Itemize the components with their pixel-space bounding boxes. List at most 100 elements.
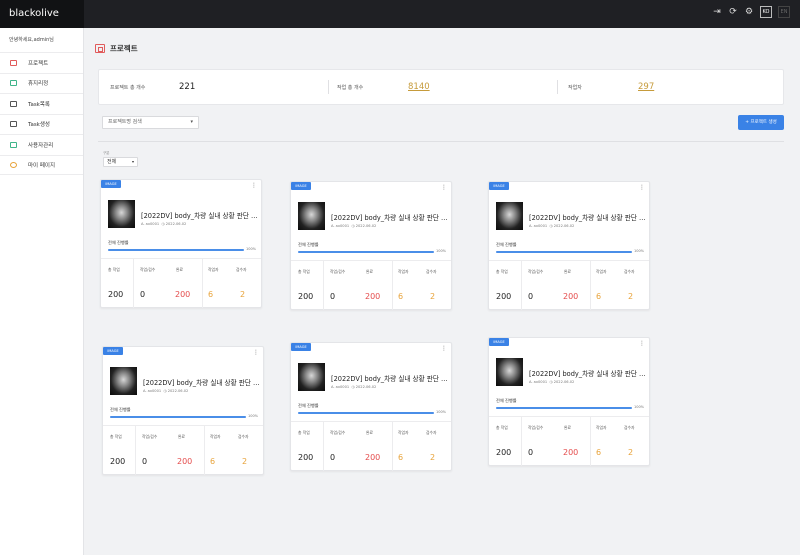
progress-label: 전체 진행률 (108, 240, 129, 245)
owner-text: A. ax0001 (529, 380, 548, 384)
more-menu-icon[interactable]: ⋮ (639, 340, 645, 347)
project-title[interactable]: [2022DV] body_차량 실내 상황 판단 데이터... (331, 373, 449, 383)
inspector-count: 2 (240, 290, 246, 299)
stat-work-total-link[interactable]: 8140 (408, 82, 430, 92)
done-value: 200 (563, 292, 579, 301)
project-icon (95, 44, 105, 53)
stat-project-total: 프로젝트 총 개수 (110, 70, 145, 104)
more-menu-icon[interactable]: ⋮ (253, 349, 259, 356)
work-inspect-label: 작업/검수 (142, 434, 158, 439)
project-card[interactable]: IMAGE ⋮ [2022DV] body_차량 실내 상황 판단 데이터...… (100, 179, 262, 308)
gear-icon[interactable]: ⚙ (744, 7, 754, 17)
sidebar-item-project[interactable]: 프로젝트 (0, 52, 83, 73)
done-label: 완료 (366, 269, 373, 274)
column-divider (323, 261, 324, 310)
worker-count: 6 (208, 290, 214, 299)
project-thumbnail (496, 358, 523, 386)
stat-worker-total-link[interactable]: 297 (638, 82, 654, 92)
page-title: 프로젝트 (95, 43, 138, 54)
total-work-label: 총 작업 (298, 430, 310, 435)
project-title[interactable]: [2022DV] body_차량 실내 상황 판단 데이터... (529, 212, 647, 222)
category-select[interactable]: 전체 ▾ (103, 157, 138, 167)
inspector-label: 검수자 (426, 269, 437, 274)
stat-label: 작업 총 개수 (337, 84, 364, 91)
sidebar-item-task-list[interactable]: Task목록 (0, 93, 83, 114)
project-title[interactable]: [2022DV] body_차량 실내 상황 판단 데이터... (141, 210, 259, 220)
stat-project-total-value: 221 (179, 82, 196, 92)
filter-label: 구분 (103, 151, 110, 155)
inspector-label: 검수자 (624, 269, 635, 274)
column-divider (521, 261, 522, 310)
owner-text: A. ax0001 (143, 389, 162, 393)
progress-label: 전체 진행률 (496, 398, 517, 403)
date-text: 2022.06.02 (165, 222, 187, 226)
sidebar-item-label: 마이 페이지 (28, 162, 56, 169)
project-title[interactable]: [2022DV] body_차량 실내 상황 판단 데이터... (331, 212, 449, 222)
project-thumbnail (496, 202, 523, 230)
project-meta: A. ax0001 ◷ 2022.06.02 (141, 222, 187, 226)
type-badge: IMAGE (489, 182, 509, 190)
list-icon (10, 100, 17, 107)
column-divider (202, 259, 203, 308)
worker-label: 작업자 (398, 269, 409, 274)
worker-label: 작업자 (398, 430, 409, 435)
project-title[interactable]: [2022DV] body_차량 실내 상황 판단 데이터... (529, 368, 647, 378)
progress-percent: 100% (435, 410, 446, 414)
language-en-button[interactable]: EN (778, 6, 790, 18)
sidebar: 안녕하세요,admin님 프로젝트 휴지리정 Task목록 Task생성 사용자… (0, 28, 84, 555)
worker-count: 6 (210, 457, 216, 466)
worker-label: 작업자 (596, 425, 607, 430)
progress-fill (496, 251, 632, 253)
user-greeting: 안녕하세요,admin님 (9, 37, 54, 43)
sidebar-item-label: Task목록 (28, 101, 50, 108)
more-menu-icon[interactable]: ⋮ (639, 184, 645, 191)
progress-fill (110, 416, 246, 418)
project-card[interactable]: IMAGE ⋮ [2022DV] body_차량 실내 상황 판단 데이터...… (488, 181, 650, 310)
progress-percent: 100% (633, 249, 644, 253)
worker-label: 작업자 (596, 269, 607, 274)
filter-value: 전체 (107, 159, 117, 165)
total-work-label: 총 작업 (496, 425, 508, 430)
total-work-label: 총 작업 (108, 267, 120, 272)
stat-project-total-wrap: 221 (179, 70, 195, 104)
brand-logo[interactable]: blackolive (0, 0, 84, 28)
done-value: 200 (177, 457, 193, 466)
more-menu-icon[interactable]: ⋮ (251, 182, 257, 189)
logout-icon[interactable]: ⇥ (712, 7, 722, 17)
sidebar-item-user-management[interactable]: 사용자관리 (0, 134, 83, 155)
project-search-select[interactable]: 프로젝트명 검색 ▾ (102, 116, 199, 129)
project-card[interactable]: IMAGE ⋮ [2022DV] body_차량 실내 상황 판단 데이터...… (290, 342, 452, 471)
work-inspect-label: 작업/검수 (528, 425, 544, 430)
progress-bar (496, 251, 632, 253)
sidebar-item-my-page[interactable]: 마이 페이지 (0, 154, 83, 175)
sidebar-item-task-create[interactable]: Task생성 (0, 113, 83, 135)
total-work-value: 200 (496, 448, 512, 457)
in-progress-value: 0 (330, 292, 336, 301)
owner-text: A. ax0001 (529, 224, 548, 228)
done-value: 200 (365, 453, 381, 462)
column-divider (590, 261, 591, 310)
total-work-label: 총 작업 (110, 434, 122, 439)
inspector-label: 검수자 (236, 267, 247, 272)
project-title[interactable]: [2022DV] body_차량 실내 상황 판단 데이터... (143, 377, 261, 387)
create-project-button[interactable]: + 프로젝트 생성 (738, 115, 784, 130)
project-card[interactable]: IMAGE ⋮ [2022DV] body_차량 실내 상황 판단 데이터...… (488, 337, 650, 466)
inspector-count: 2 (628, 292, 634, 301)
search-placeholder: 프로젝트명 검색 (108, 119, 142, 125)
progress-bar (298, 412, 434, 414)
language-ko-button[interactable]: KO (760, 6, 772, 18)
worker-count: 6 (398, 453, 404, 462)
more-menu-icon[interactable]: ⋮ (441, 184, 447, 191)
project-card[interactable]: IMAGE ⋮ [2022DV] body_차량 실내 상황 판단 데이터...… (290, 181, 452, 310)
done-value: 200 (175, 290, 191, 299)
column-divider (392, 261, 393, 310)
project-thumbnail (298, 202, 325, 230)
more-menu-icon[interactable]: ⋮ (441, 345, 447, 352)
sidebar-item-trash[interactable]: 휴지리정 (0, 72, 83, 94)
refresh-icon[interactable]: ⟳ (728, 7, 738, 17)
progress-fill (496, 407, 632, 409)
work-inspect-label: 작업/검수 (330, 269, 346, 274)
stat-work-total-wrap: 8140 (408, 70, 430, 104)
project-card[interactable]: IMAGE ⋮ [2022DV] body_차량 실내 상황 판단 데이터...… (102, 346, 264, 475)
total-work-label: 총 작업 (496, 269, 508, 274)
